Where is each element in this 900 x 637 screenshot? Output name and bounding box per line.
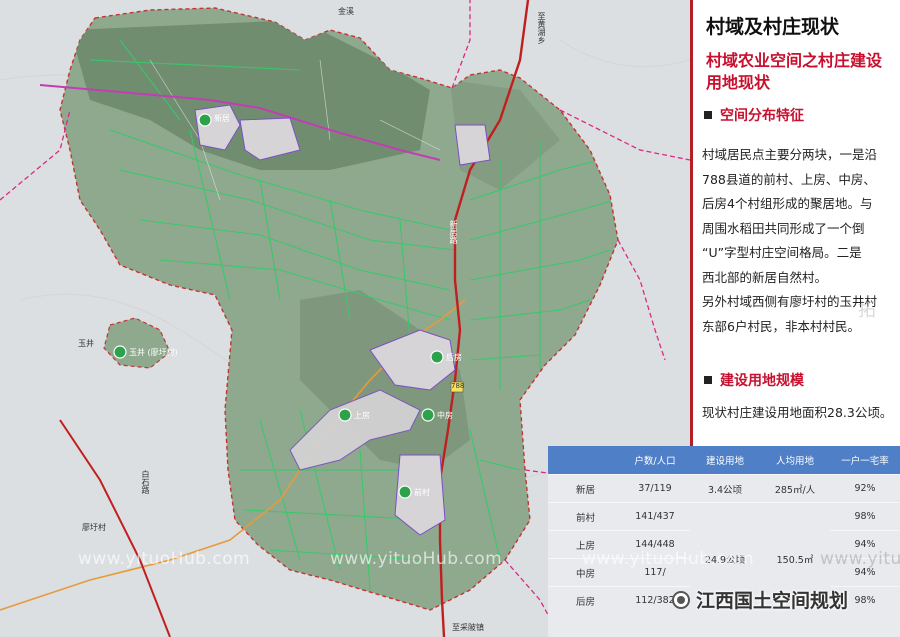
watermark-text: www.yituoHub.com xyxy=(78,549,251,569)
map-label-south-road: 至采陂镇 xyxy=(452,623,484,632)
table-cell-land: 3.4公顷 xyxy=(690,474,760,503)
section-heading-land-scale: 建设用地规模 xyxy=(704,370,804,390)
wechat-account-badge: 江西国土空间规划 xyxy=(672,586,848,613)
table-cell-name: 后房 xyxy=(548,586,620,614)
table-header-cell: 人均用地 xyxy=(760,446,830,475)
table-cell-rate: 98% xyxy=(830,502,900,531)
map-label-west-village: 玉井 xyxy=(78,339,94,348)
table-row: 前村 141/437 24.9公顷 150.5㎡ 98% xyxy=(548,502,900,614)
table-header-row: 户数/人口 建设用地 人均用地 一户一宅率 xyxy=(548,446,900,475)
bullet-square-icon xyxy=(704,111,712,119)
table-header-cell: 户数/人口 xyxy=(620,446,690,475)
bullet-square-icon xyxy=(704,376,712,384)
settlement-label: 中房 xyxy=(437,411,453,420)
map-label-southwest-road: 白石路 xyxy=(141,470,150,494)
settlement-label: 玉井 (廖圩村) xyxy=(129,348,178,357)
highway-badge: 788 xyxy=(451,382,465,390)
table-cell-rate: 92% xyxy=(830,474,900,503)
map-label-north-town: 金溪 xyxy=(338,7,354,16)
table-cell-per: 285㎡/人 xyxy=(760,474,830,503)
settlement-dot-yujing xyxy=(113,345,127,359)
table-header-cell xyxy=(548,446,620,475)
table-cell-pop: 37/119 xyxy=(620,474,690,503)
table-header-cell: 建设用地 xyxy=(690,446,760,475)
map-label-southwest-village: 廖圩村 xyxy=(82,523,106,532)
table-cell-name: 前村 xyxy=(548,502,620,531)
settlement-label: 后房 xyxy=(446,353,462,362)
wechat-logo-icon xyxy=(672,590,690,609)
panel-divider xyxy=(690,0,693,447)
settlement-label: 上房 xyxy=(354,411,370,420)
watermark-text: www.yituoHub.com xyxy=(330,549,503,569)
decorative-glyph: 拓 xyxy=(858,300,876,321)
watermark-text: www.yituoHub.com xyxy=(582,549,755,569)
settlement-dot-zhongfang xyxy=(421,408,435,422)
settlement-dot-houfang xyxy=(430,350,444,364)
table-header-cell: 一户一宅率 xyxy=(830,446,900,475)
land-scale-paragraph: 现状村庄建设用地面积28.3公顷。 xyxy=(702,405,893,420)
map-label-highway: 至黄湖乡 xyxy=(537,12,546,44)
table-row: 新居 37/119 3.4公顷 285㎡/人 92% xyxy=(548,474,900,503)
settlement-label: 前村 xyxy=(414,488,430,497)
table-cell-name: 新居 xyxy=(548,474,620,503)
wechat-account-name: 江西国土空间规划 xyxy=(696,590,849,612)
section-heading-distribution: 空间分布特征 xyxy=(704,105,804,125)
settlement-dot-qiancun xyxy=(398,485,412,499)
table-cell-pop: 141/437 xyxy=(620,502,690,531)
watermark-text: www.yituoHub.com xyxy=(820,549,900,569)
panel-title: 村域及村庄现状 xyxy=(706,16,840,38)
settlement-dot-shangfang xyxy=(338,408,352,422)
settlement-label: 新居 xyxy=(214,114,230,123)
settlement-dot-xinju xyxy=(198,113,212,127)
panel-subtitle: 村域农业空间之村庄建设用地现状 xyxy=(706,51,883,92)
map-label-side-road: 新居路 xyxy=(449,220,458,244)
